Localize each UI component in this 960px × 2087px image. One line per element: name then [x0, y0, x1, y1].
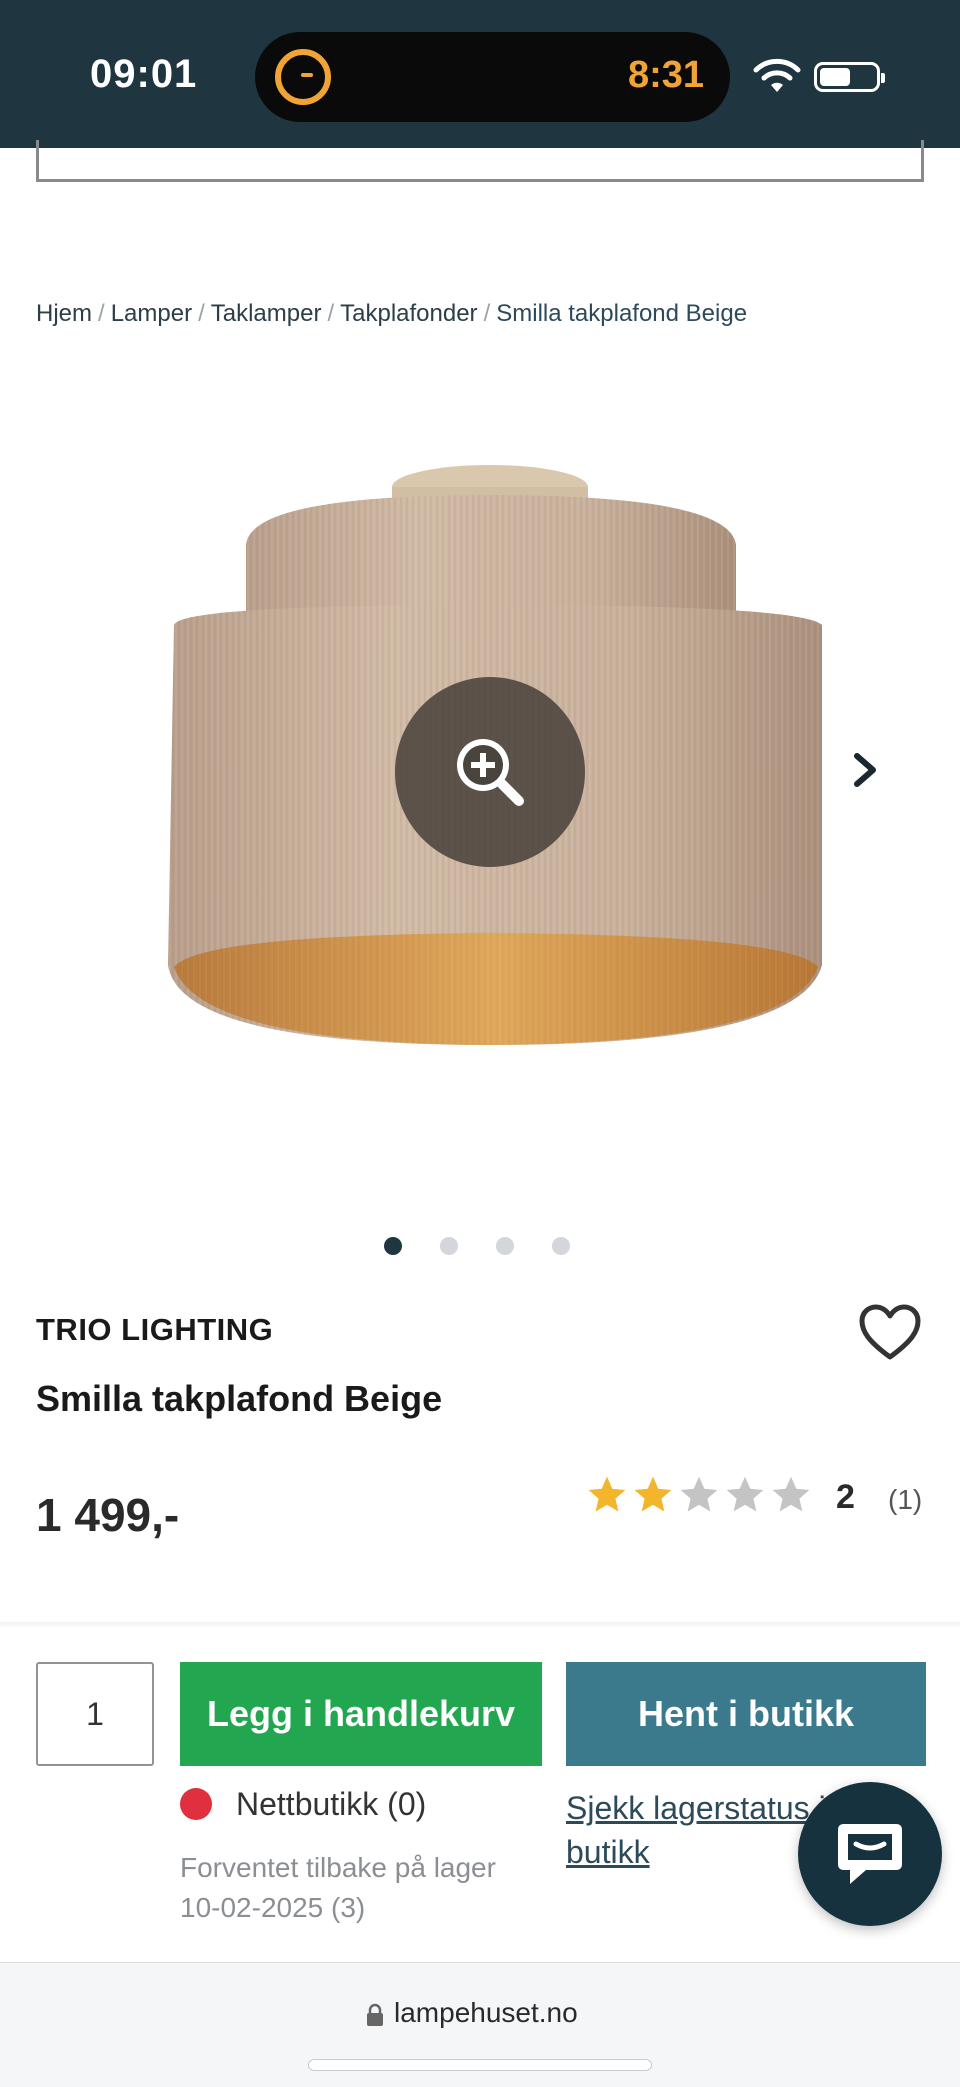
- chat-button[interactable]: [798, 1782, 942, 1926]
- star-empty-icon: [726, 1476, 764, 1512]
- breadcrumb-takplafonder[interactable]: Takplafonder: [340, 300, 477, 327]
- restock-date: 10-02-2025 (3): [180, 1892, 366, 1923]
- restock-info: Forventet tilbake på lager: [180, 1852, 496, 1883]
- divider: [0, 1622, 960, 1628]
- zoom-button[interactable]: [395, 677, 585, 867]
- heart-icon[interactable]: [858, 1303, 922, 1361]
- rating-value: 2: [836, 1478, 855, 1516]
- dynamic-island: 8:31: [255, 32, 730, 122]
- online-stock-label: Nettbutikk (0): [236, 1786, 427, 1822]
- browser-url-bar[interactable]: lampehuset.no: [0, 1962, 960, 2087]
- breadcrumb-current: Smilla takplafond Beige: [496, 300, 748, 327]
- island-time: 8:31: [627, 54, 704, 96]
- breadcrumb-lamper[interactable]: Lamper: [111, 300, 192, 327]
- chat-bubble-icon: [838, 1824, 902, 1884]
- gallery-dots: [384, 1237, 570, 1257]
- wifi-icon: [753, 58, 801, 92]
- breadcrumb-taklamper[interactable]: Taklamper: [211, 300, 322, 327]
- rating-count[interactable]: (1): [888, 1484, 922, 1516]
- breadcrumb-separator: /: [483, 300, 491, 327]
- url-text: lampehuset.no: [394, 1997, 578, 2028]
- gallery-dot-3[interactable]: [496, 1237, 514, 1255]
- status-time: 09:01: [90, 52, 198, 96]
- star-filled-icon: [588, 1476, 626, 1512]
- timer-icon: [275, 49, 331, 105]
- star-empty-icon: [772, 1476, 810, 1512]
- add-to-cart-button[interactable]: Legg i handlekurv: [180, 1662, 542, 1766]
- status-bar: 09:01 8:31: [0, 0, 960, 148]
- lock-icon: [367, 2003, 383, 2026]
- check-stock-line1: Sjekk lagerstatus i: [566, 1790, 826, 1826]
- breadcrumb: Hjem / Lamper / Taklamper / Takplafonder / Smill…: [36, 300, 747, 328]
- search-bar[interactable]: [36, 140, 924, 182]
- chevron-right-icon[interactable]: [845, 750, 885, 790]
- product-price: 1 499,-: [36, 1489, 180, 1541]
- zoom-in-icon: [457, 739, 524, 806]
- home-indicator[interactable]: [308, 2059, 652, 2071]
- rating-stars[interactable]: [585, 1473, 813, 1517]
- breadcrumb-separator: /: [98, 300, 105, 327]
- out-of-stock-indicator: [180, 1788, 212, 1820]
- quantity-input[interactable]: [36, 1662, 154, 1766]
- star-filled-icon: [634, 1476, 672, 1512]
- gallery-dot-1[interactable]: [384, 1237, 402, 1255]
- star-empty-icon: [680, 1476, 718, 1512]
- gallery-dot-4[interactable]: [552, 1237, 570, 1255]
- check-stock-line2: butikk: [566, 1834, 650, 1870]
- battery-icon: [814, 62, 885, 92]
- check-store-stock-link[interactable]: Sjekk lagerstatus i butikk: [566, 1786, 836, 1874]
- breadcrumb-separator: /: [198, 300, 205, 327]
- product-brand[interactable]: TRIO LIGHTING: [36, 1312, 273, 1348]
- breadcrumb-separator: /: [327, 300, 335, 327]
- gallery-dot-2[interactable]: [440, 1237, 458, 1255]
- pickup-in-store-button[interactable]: Hent i butikk: [566, 1662, 926, 1766]
- breadcrumb-home[interactable]: Hjem: [36, 300, 92, 327]
- product-title: Smilla takplafond Beige: [36, 1378, 443, 1419]
